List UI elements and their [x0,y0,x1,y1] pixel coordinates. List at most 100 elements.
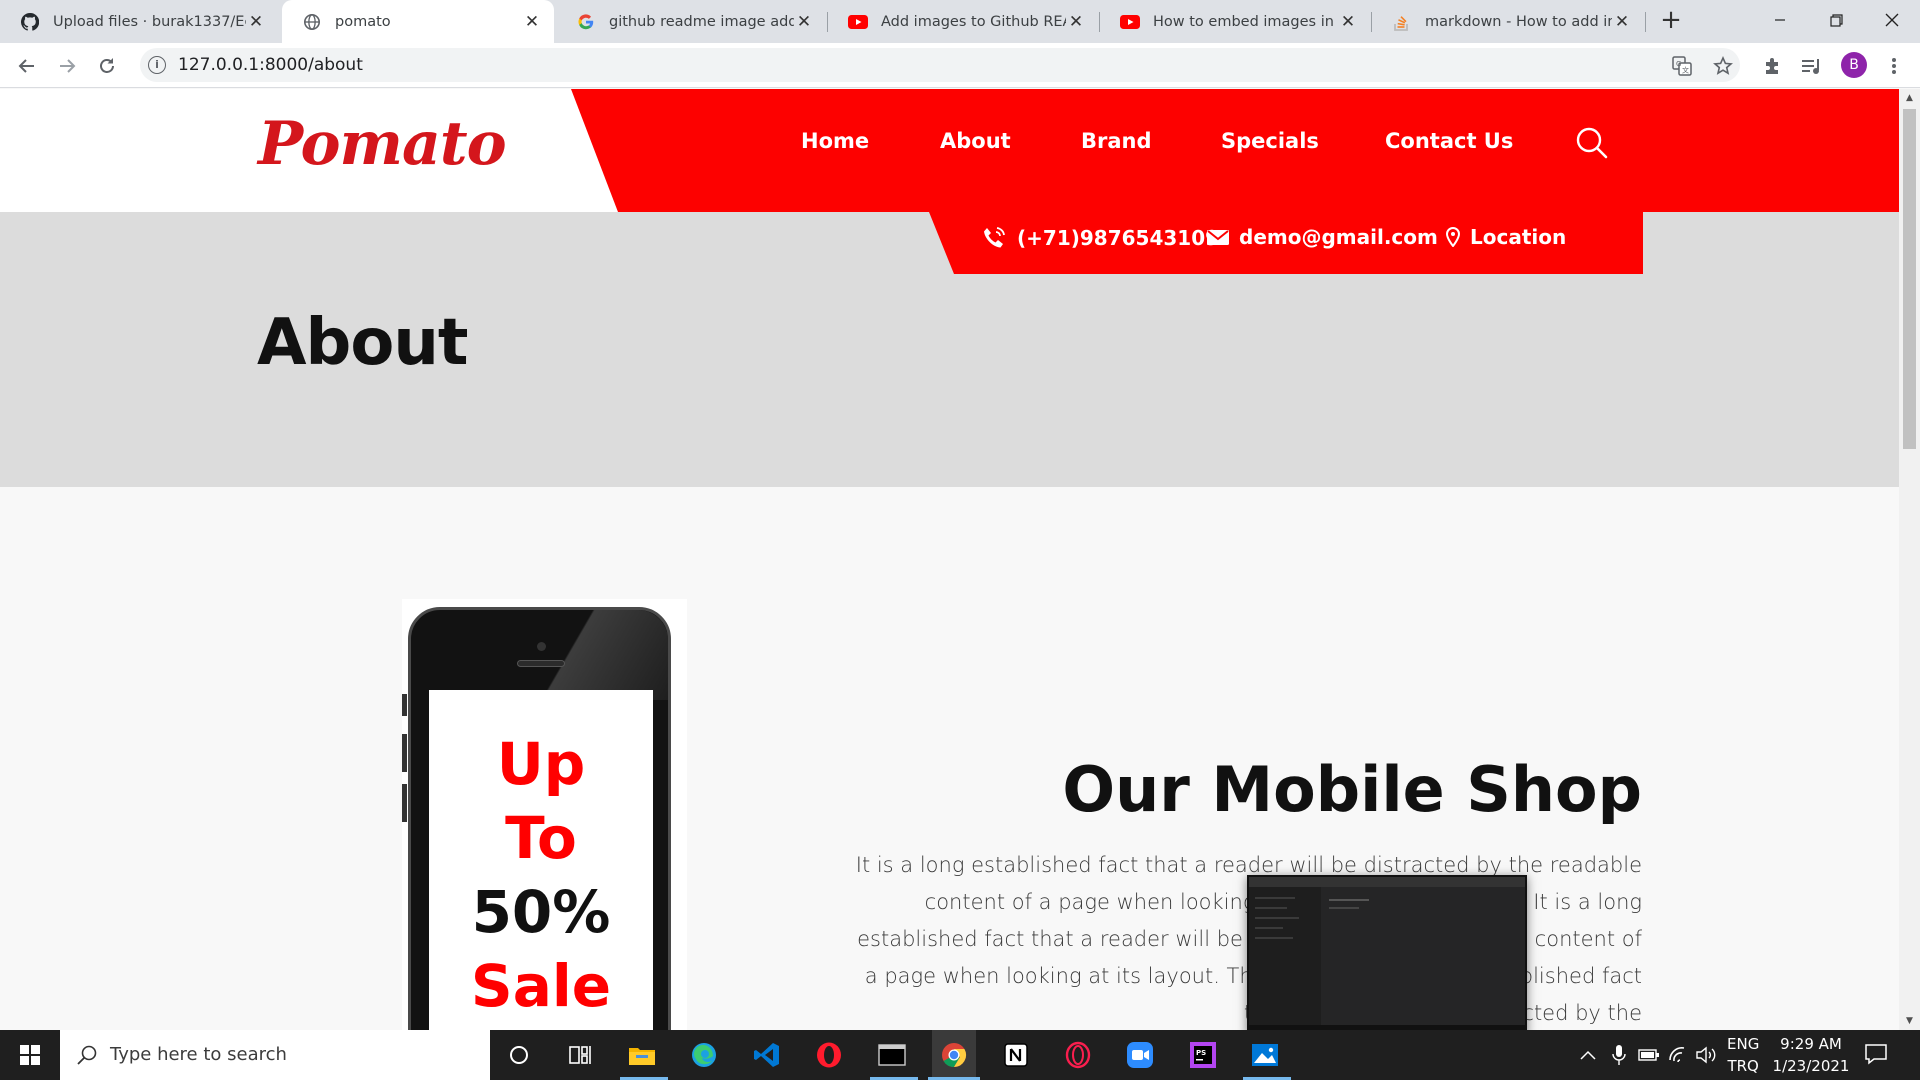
map-pin-icon [1446,227,1460,247]
new-tab-button[interactable]: + [1656,6,1686,36]
contact-location[interactable]: Location [1446,225,1566,249]
scroll-down-arrow[interactable]: ▼ [1899,1016,1920,1026]
photos-icon[interactable] [1249,1039,1281,1071]
tab-title: github readme image add - G [609,13,794,30]
opera-gx-icon[interactable] [1062,1039,1094,1071]
extensions-puzzle-icon[interactable] [1757,51,1787,81]
contact-phone[interactable]: (+71)9876543109 [981,225,1219,251]
restore-button[interactable] [1808,0,1864,40]
svg-text:文: 文 [1682,66,1689,75]
notification-center-icon[interactable] [1864,1042,1888,1070]
forward-button[interactable] [52,51,82,81]
opera-icon[interactable] [813,1039,845,1071]
vscode-icon[interactable] [751,1039,783,1071]
tab-title: How to embed images in Git [1153,13,1338,30]
tab-upload-files[interactable]: Upload files · burak1337/Ecor ✕ [0,0,278,43]
floating-screenshot-preview[interactable] [1247,875,1527,1030]
file-explorer-icon[interactable] [626,1039,658,1071]
close-icon[interactable]: ✕ [246,12,266,32]
close-icon[interactable]: ✕ [1338,12,1358,32]
scrollbar-thumb[interactable] [1903,109,1916,449]
email-address: demo@gmail.com [1239,225,1438,249]
tab-separator [1645,12,1646,32]
tab-title: markdown - How to add ima [1425,13,1612,30]
search-placeholder: Type here to search [110,1044,287,1065]
phone-number: (+71)9876543109 [1017,226,1220,250]
contact-email[interactable]: demo@gmail.com [1207,225,1438,249]
page-title: About [257,306,468,380]
browser-tab-strip: Upload files · burak1337/Ecor ✕ pomato ✕… [0,0,1920,43]
tab-markdown-stackoverflow[interactable]: markdown - How to add ima ✕ [1372,0,1644,43]
preview-line [1255,937,1293,939]
site-logo[interactable]: Pomato [258,109,507,179]
more-menu-icon[interactable] [1879,51,1909,81]
nav-home[interactable]: Home [801,129,869,153]
nav-specials[interactable]: Specials [1221,129,1319,153]
taskbar-search-box[interactable]: Type here to search [60,1030,490,1080]
close-icon[interactable]: ✕ [1066,12,1086,32]
close-icon[interactable]: ✕ [1612,12,1632,32]
task-view-icon[interactable] [564,1039,596,1071]
tab-title: pomato [335,13,391,30]
nav-about[interactable]: About [940,129,1011,153]
input-language-indicator[interactable]: ENG TRQ [1727,1033,1759,1077]
search-icon [77,1045,97,1065]
phone-side-button [402,694,407,716]
close-icon[interactable]: ✕ [794,12,814,32]
info-icon[interactable]: i [148,56,166,74]
minimize-button[interactable] [1752,0,1808,40]
keyboard-layout: TRQ [1727,1057,1759,1075]
cortana-icon[interactable] [503,1039,535,1071]
phone-body: Up To 50% Sale [408,607,671,1030]
taskbar-clock[interactable]: 9:29 AM 1/23/2021 [1765,1033,1857,1077]
edge-icon[interactable] [688,1039,720,1071]
youtube-icon [848,12,868,32]
promo-line-percent: 50% [471,878,611,946]
svg-text:PS: PS [1196,1049,1206,1057]
start-button[interactable] [0,1030,60,1080]
volume-icon[interactable] [1696,1030,1718,1080]
site-header: Pomato Home About Brand Specials Contact… [0,89,1899,212]
preview-line [1329,907,1359,909]
close-window-button[interactable] [1864,0,1920,40]
battery-icon[interactable] [1638,1030,1660,1080]
address-bar[interactable]: i 127.0.0.1:8000/about [140,48,1740,82]
nav-contact-us[interactable]: Contact Us [1385,129,1513,153]
phone-icon [984,227,1005,248]
back-button[interactable] [12,51,42,81]
phone-side-button [402,784,407,822]
search-icon[interactable] [1575,126,1609,160]
reload-button[interactable] [92,51,122,81]
translate-icon[interactable]: G文 [1667,51,1697,81]
globe-icon [302,12,322,32]
promo-line-to: To [505,804,577,872]
microphone-icon[interactable] [1612,1030,1626,1080]
bookmark-star-icon[interactable] [1708,51,1738,81]
tab-embed-images-youtube[interactable]: How to embed images in Git ✕ [1100,0,1370,43]
tab-add-images-youtube[interactable]: Add images to Github READM ✕ [828,0,1098,43]
notion-icon[interactable] [1000,1039,1032,1071]
stackoverflow-icon [1392,12,1412,32]
media-queue-icon[interactable] [1797,51,1827,81]
language-code: ENG [1727,1035,1760,1053]
phpstorm-icon[interactable]: PS [1187,1039,1219,1071]
preview-line [1255,927,1283,929]
page-scrollbar[interactable]: ▲ ▼ [1899,89,1920,1030]
terminal-icon[interactable] [876,1039,908,1071]
chrome-icon[interactable] [932,1030,976,1080]
tab-pomato[interactable]: pomato ✕ [282,0,554,43]
tab-github-readme-search[interactable]: github readme image add - G ✕ [556,0,826,43]
windows-taskbar: Type here to search PS ENG TRQ 9:29 AM 1… [0,1030,1920,1080]
nav-brand[interactable]: Brand [1081,129,1152,153]
contact-bar: (+71)9876543109 demo@gmail.com Location [929,212,1643,274]
show-hidden-icons[interactable] [1580,1030,1596,1080]
close-icon[interactable]: ✕ [522,12,542,32]
scroll-up-arrow[interactable]: ▲ [1899,93,1920,103]
profile-avatar[interactable]: B [1841,52,1867,78]
preview-line [1329,899,1369,901]
location-label: Location [1470,225,1567,249]
promo-line-sale: Sale [470,952,612,1020]
wifi-icon[interactable] [1668,1030,1690,1080]
zoom-icon[interactable] [1124,1039,1156,1071]
url-text: 127.0.0.1:8000/about [178,55,363,75]
